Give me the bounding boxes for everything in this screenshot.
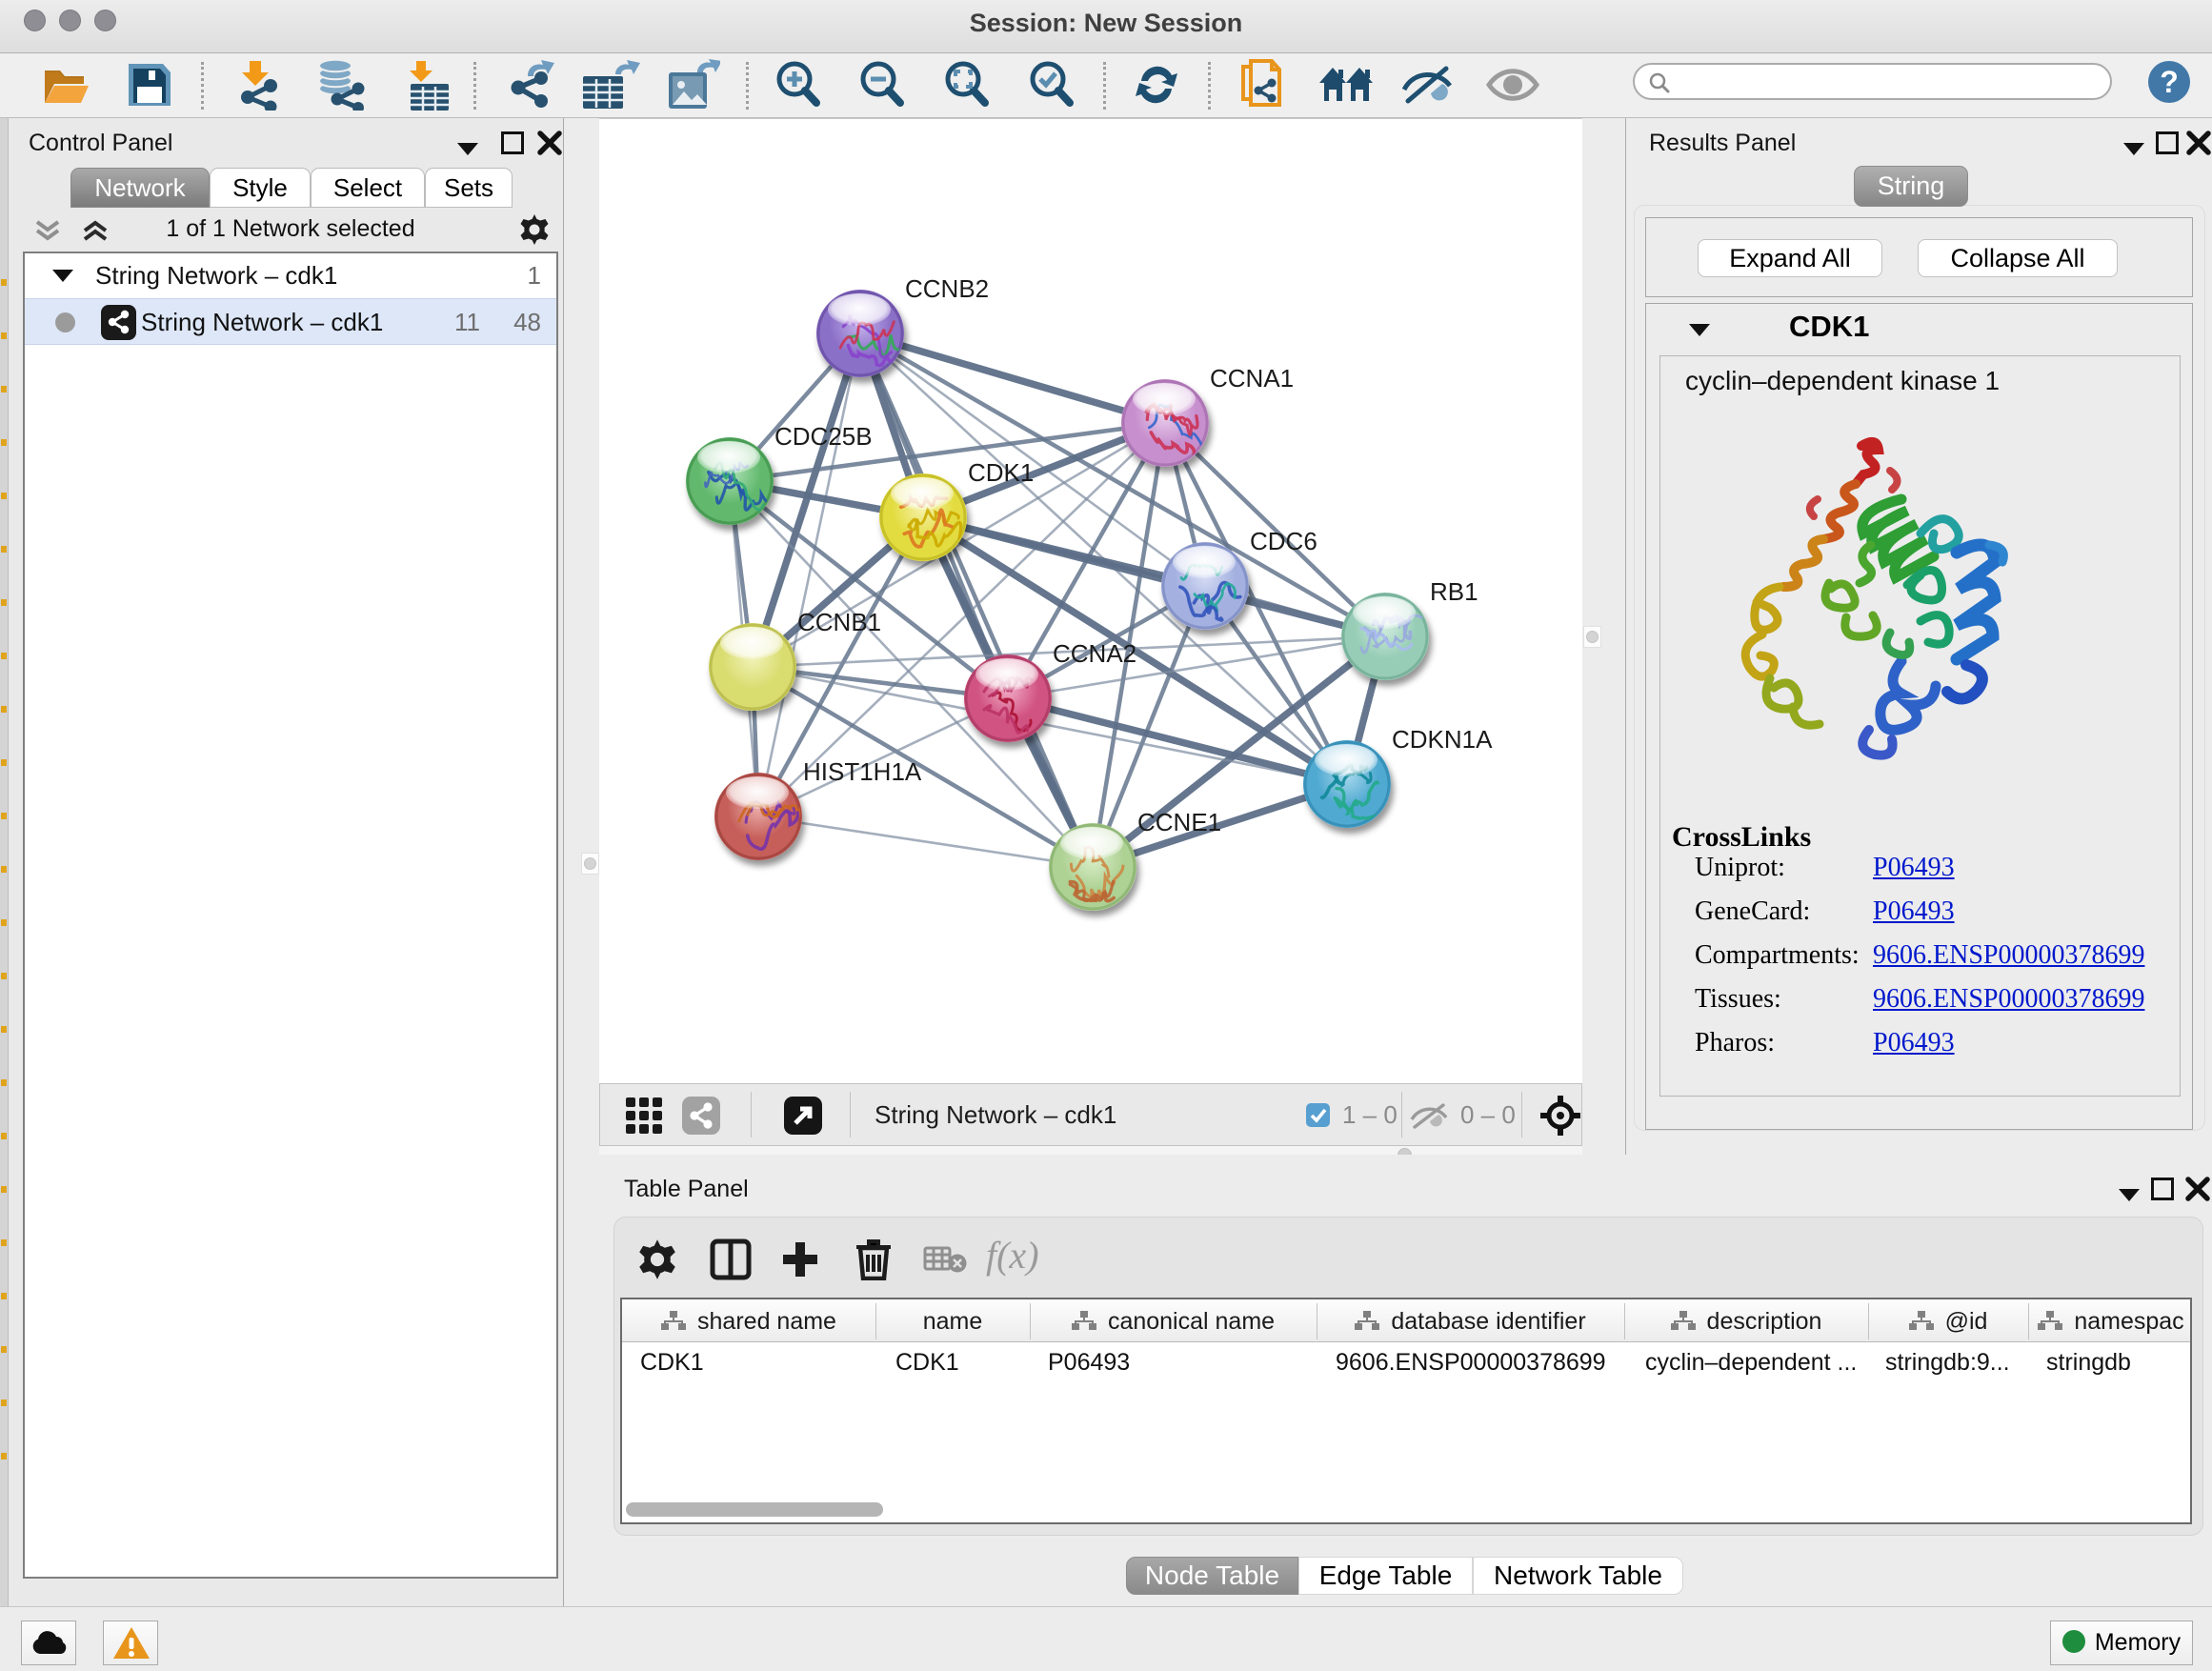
svg-text:CDK1: CDK1: [968, 458, 1034, 487]
svg-text:CCNB2: CCNB2: [905, 274, 989, 303]
svg-text:HIST1H1A: HIST1H1A: [803, 757, 922, 786]
svg-text:?: ?: [2160, 65, 2179, 99]
svg-text:CCNA2: CCNA2: [1053, 639, 1136, 668]
svg-text:CDC6: CDC6: [1250, 527, 1317, 555]
svg-text:CCNA1: CCNA1: [1210, 364, 1294, 393]
svg-text:CCNE1: CCNE1: [1137, 808, 1221, 836]
svg-text:CDC25B: CDC25B: [774, 422, 873, 451]
svg-text:CDKN1A: CDKN1A: [1392, 725, 1493, 754]
svg-text:CCNB1: CCNB1: [797, 608, 881, 636]
svg-text:RB1: RB1: [1430, 577, 1478, 606]
